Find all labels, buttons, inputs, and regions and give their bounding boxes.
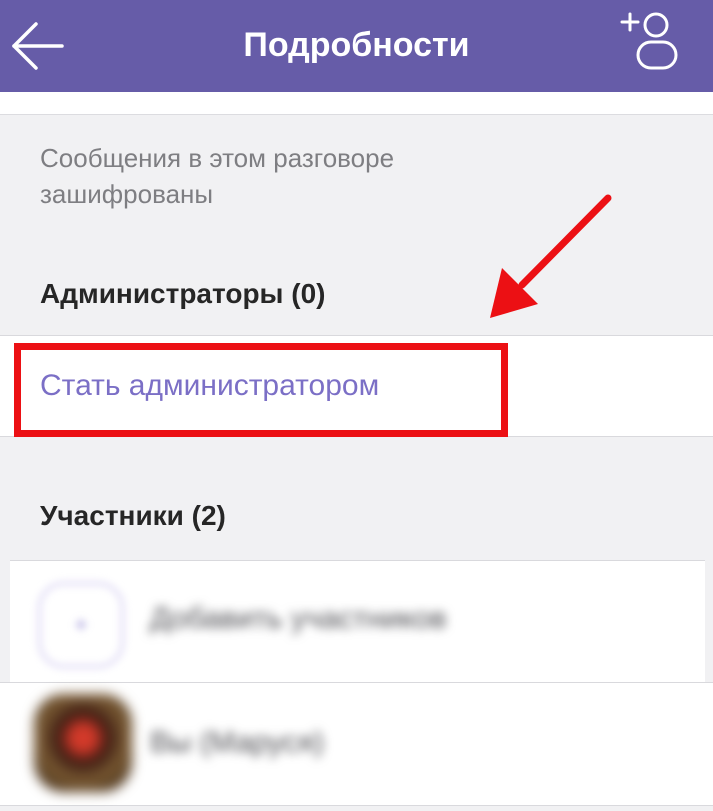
add-participant-icon [620, 12, 678, 70]
encryption-note: Сообщения в этом разговоре зашифрованы [40, 143, 395, 209]
become-admin-link[interactable]: Стать администратором [40, 366, 379, 406]
participants-section-title: Участники (2) [40, 500, 226, 531]
arrow-left-icon [12, 22, 64, 70]
back-button[interactable] [8, 20, 66, 72]
admins-section-title: Администраторы (0) [40, 278, 326, 309]
add-members-label: Добавить участников [150, 602, 447, 635]
page-title: Подробности [243, 26, 470, 64]
add-participant-button[interactable] [620, 8, 686, 74]
avatar [34, 694, 132, 792]
top-divider [0, 92, 713, 115]
add-members-icon: + [38, 582, 124, 668]
header-bar: Подробности [0, 0, 713, 92]
participant-name: Вы (Маруся) [150, 726, 325, 759]
